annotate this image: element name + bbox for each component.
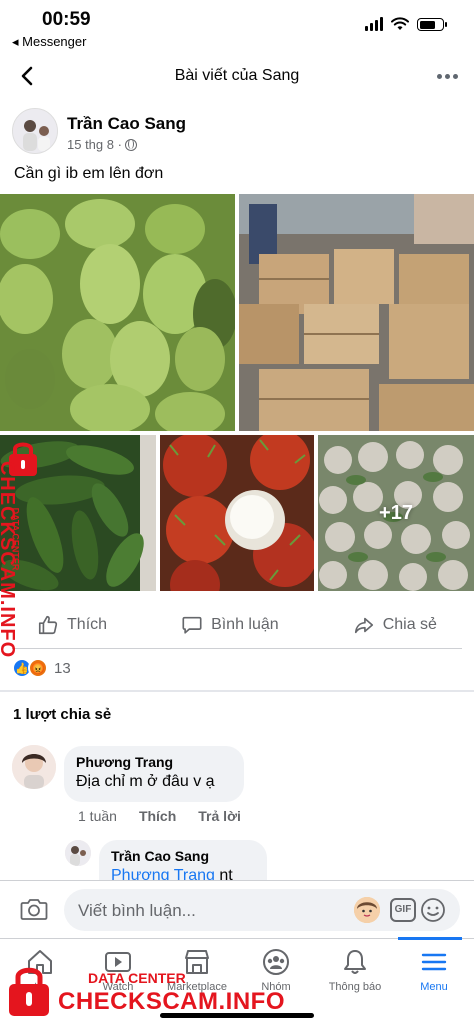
watermark-side: CHECKSCAM.INFO DATA CENTER <box>0 438 44 688</box>
wifi-icon <box>391 17 409 30</box>
photo-rambutan[interactable] <box>160 435 314 591</box>
avatar-sticker-icon[interactable] <box>354 897 380 923</box>
page-title: Bài viết của Sang <box>174 67 300 84</box>
photo-guava[interactable] <box>0 194 235 431</box>
more-options-icon[interactable] <box>437 74 458 79</box>
post-date[interactable]: 15 thg 8 · <box>67 137 122 152</box>
comment-label: Bình luận <box>211 616 279 633</box>
tab-groups[interactable]: Nhóm <box>236 947 316 993</box>
post-header: Trần Cao Sang 15 thg 8 · <box>12 108 462 156</box>
reply-text: Phương Trang nt <box>111 867 255 880</box>
reply-author-avatar[interactable] <box>65 840 91 866</box>
like-label: Thích <box>67 616 108 633</box>
tab-notifications[interactable]: Thông báo <box>315 947 395 993</box>
gif-button[interactable]: GIF <box>390 898 416 922</box>
section-separator <box>0 690 474 692</box>
reply-mention[interactable]: Phương Trang <box>111 867 215 880</box>
commenter-avatar[interactable] <box>12 745 56 789</box>
reply-bubble: Trần Cao Sang Phương Trang nt <box>99 840 267 880</box>
emoji-icon[interactable] <box>420 897 446 923</box>
camera-icon[interactable] <box>20 897 48 921</box>
battery-icon <box>417 18 447 31</box>
comment-author[interactable]: Phương Trang <box>76 754 232 770</box>
comment-input[interactable]: Viết bình luận... GIF <box>64 889 460 931</box>
comment-reply-button[interactable]: Trả lời <box>198 808 241 824</box>
divider <box>12 648 462 649</box>
active-tab-indicator <box>398 937 462 940</box>
comment-icon <box>182 616 202 634</box>
more-photos-count[interactable]: +17 <box>318 435 474 591</box>
watermark-sub: DATA CENTER <box>88 970 186 986</box>
like-button[interactable]: Thích <box>37 614 107 636</box>
share-label: Chia sẻ <box>382 616 437 633</box>
share-count[interactable]: 1 lượt chia sẻ <box>13 706 111 723</box>
reply-author[interactable]: Trần Cao Sang <box>111 848 255 864</box>
groups-icon <box>263 949 289 975</box>
lock-icon <box>9 967 49 1016</box>
status-bar: 00:59 ◂ Messenger <box>0 0 474 52</box>
comment-button[interactable]: Bình luận <box>181 614 279 636</box>
bell-icon <box>344 950 366 974</box>
comment-placeholder: Viết bình luận... <box>78 901 196 920</box>
photo-cauliflower[interactable]: +17 <box>318 435 474 591</box>
post-meta: 15 thg 8 · <box>67 137 137 152</box>
share-icon <box>354 617 373 634</box>
comment-like-button[interactable]: Thích <box>139 808 176 824</box>
share-button[interactable]: Chia sẻ <box>353 614 437 636</box>
reaction-count: 13 <box>54 659 71 677</box>
comment-bubble: Phương Trang Địa chỉ m ở đâu v ạ <box>64 746 244 802</box>
author-avatar[interactable] <box>12 108 58 154</box>
watermark-brand: CHECKSCAM.INFO <box>58 988 285 1015</box>
watermark-side-sub: DATA CENTER <box>10 507 21 571</box>
comment-composer: Viết bình luận... GIF <box>0 880 474 938</box>
menu-icon <box>421 953 447 971</box>
author-name[interactable]: Trần Cao Sang <box>67 114 186 134</box>
home-indicator <box>160 1013 314 1018</box>
cellular-signal-icon <box>365 17 383 31</box>
globe-icon <box>124 138 137 151</box>
comment-time: 1 tuần <box>78 808 117 824</box>
photo-boxes[interactable] <box>239 194 474 431</box>
comment-text: Địa chỉ m ở đâu v ạ <box>76 773 215 790</box>
status-icons <box>365 17 447 31</box>
marketplace-icon <box>185 950 209 974</box>
back-to-messenger-link[interactable]: ◂ Messenger <box>12 34 86 50</box>
status-time: 00:59 <box>42 9 91 30</box>
post-actions: Thích Bình luận Chia sẻ <box>0 604 474 646</box>
comment-meta: 1 tuần Thích Trả lời <box>78 808 241 824</box>
nav-header: Bài viết của Sang <box>0 58 474 96</box>
tab-menu[interactable]: Menu <box>394 947 474 993</box>
post-text: Cần gì ib em lên đơn <box>14 165 164 182</box>
